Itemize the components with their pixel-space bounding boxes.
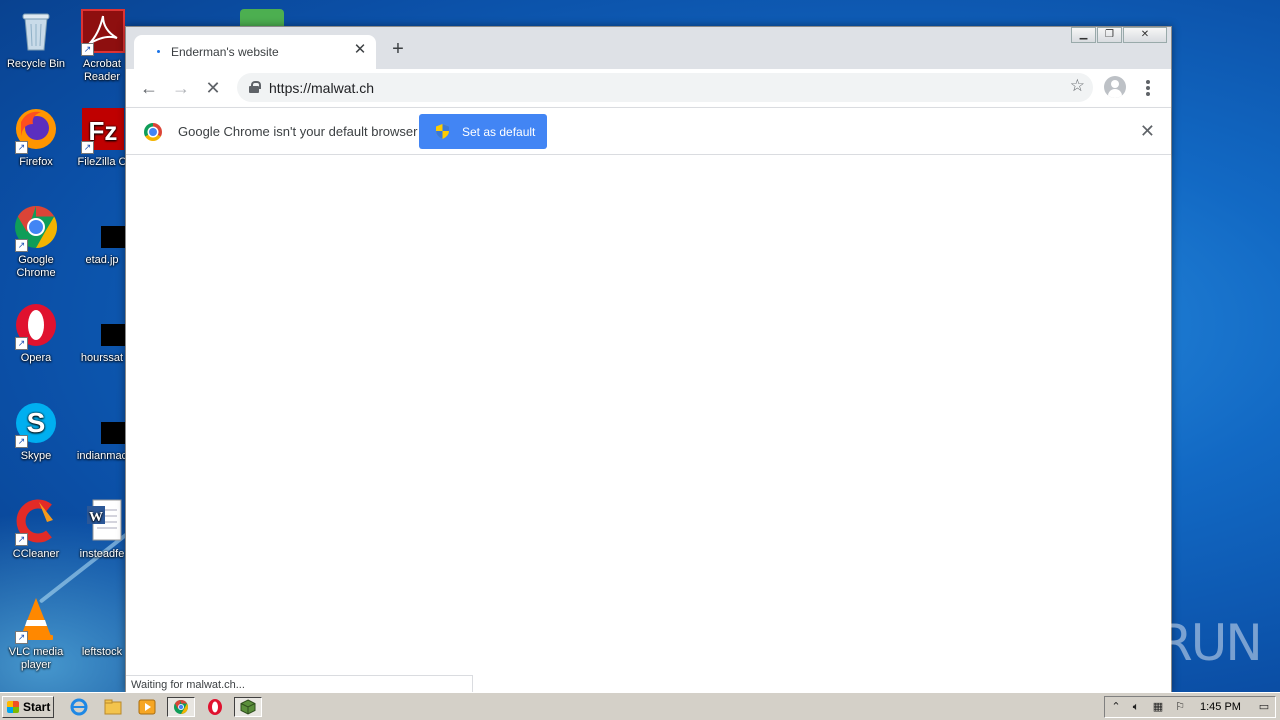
- start-button[interactable]: Start: [2, 696, 54, 718]
- filezilla-icon: Fz ↗: [79, 106, 125, 154]
- chrome-window: Enderman's website ✕ + ▁ ❐ ✕ ← → ✕ https…: [125, 26, 1172, 693]
- taskbar-chrome-icon[interactable]: [167, 697, 195, 717]
- address-bar[interactable]: https://malwat.ch ☆: [237, 73, 1093, 102]
- shortcut-arrow-icon: ↗: [15, 435, 28, 448]
- file-icon: [79, 302, 135, 348]
- chrome-icon: ↗: [13, 204, 59, 252]
- anyrun-watermark: ANY RUN: [1036, 608, 1263, 672]
- app-icon-partial[interactable]: [240, 9, 284, 27]
- taskbar-opera-icon[interactable]: [204, 697, 226, 717]
- word-document-icon: W: [79, 498, 125, 544]
- set-as-default-label: Set as default: [462, 125, 536, 139]
- tab-title: Enderman's website: [171, 45, 279, 59]
- uac-shield-icon: [436, 124, 449, 139]
- chrome-menu-button[interactable]: [1138, 75, 1158, 101]
- image-file-icon: [79, 204, 135, 250]
- desktop-icon-recycle-bin[interactable]: Recycle Bin: [0, 8, 72, 71]
- minimize-button[interactable]: ▁: [1071, 27, 1096, 43]
- desktop-icon-google-chrome[interactable]: ↗ Google Chrome: [0, 204, 72, 280]
- shortcut-arrow-icon: ↗: [15, 239, 28, 252]
- desktop-icon-label: Skype: [20, 450, 52, 462]
- svg-text:S: S: [27, 407, 46, 438]
- set-as-default-button[interactable]: Set as default: [419, 114, 547, 149]
- desktop-icon-label: Opera: [20, 352, 52, 364]
- taskbar: Start ⌃ 🔈︎ ▦ ⚐ 1:45 PM ▭: [0, 692, 1280, 720]
- show-desktop-icon[interactable]: ▭: [1257, 700, 1271, 714]
- close-tab-icon[interactable]: ✕: [352, 42, 368, 58]
- taskbar-media-player-icon[interactable]: [136, 697, 158, 717]
- ccleaner-icon: ↗: [13, 498, 59, 546]
- desktop-icon-opera[interactable]: ↗ Opera: [0, 302, 72, 365]
- close-infobar-icon[interactable]: ✕: [1140, 121, 1155, 142]
- desktop-icon-label: Firefox: [19, 156, 53, 168]
- action-center-flag-icon[interactable]: ⚐: [1173, 700, 1187, 714]
- page-content[interactable]: [126, 155, 1171, 693]
- system-tray: ⌃ 🔈︎ ▦ ⚐ 1:45 PM ▭: [1104, 696, 1276, 718]
- new-tab-button[interactable]: +: [388, 39, 408, 59]
- shortcut-arrow-icon: ↗: [81, 43, 94, 56]
- shortcut-arrow-icon: ↗: [81, 141, 94, 154]
- volume-icon[interactable]: 🔈︎: [1129, 700, 1143, 714]
- restore-button[interactable]: ❐: [1097, 27, 1122, 43]
- watermark-play-icon: [1106, 610, 1154, 670]
- loading-spinner-icon: [157, 50, 160, 53]
- skype-icon: S ↗: [13, 400, 59, 448]
- start-label: Start: [23, 700, 51, 714]
- desktop-icon-vlc[interactable]: ↗ VLC media player: [0, 596, 72, 672]
- taskbar-ie-icon[interactable]: [68, 697, 90, 717]
- close-window-button[interactable]: ✕: [1123, 27, 1167, 43]
- url-text[interactable]: https://malwat.ch: [269, 80, 374, 96]
- back-button[interactable]: ←: [136, 75, 162, 101]
- stop-loading-button[interactable]: ✕: [200, 75, 226, 101]
- bookmark-star-icon[interactable]: ☆: [1070, 76, 1085, 96]
- acrobat-icon: ↗: [79, 8, 125, 56]
- firefox-icon: ↗: [13, 106, 59, 154]
- infobar-message: Google Chrome isn't your default browser: [178, 124, 418, 139]
- taskbar-explorer-icon[interactable]: [102, 697, 124, 717]
- default-browser-infobar: Google Chrome isn't your default browser…: [126, 107, 1171, 155]
- tab-endermans-website[interactable]: Enderman's website ✕: [134, 35, 376, 69]
- desktop-icon-skype[interactable]: S ↗ Skype: [0, 400, 72, 463]
- title-bar: Enderman's website ✕ + ▁ ❐ ✕: [126, 27, 1171, 69]
- opera-icon: ↗: [13, 302, 59, 350]
- lock-icon[interactable]: [249, 81, 261, 93]
- desktop-icon-label: Recycle Bin: [6, 58, 66, 70]
- watermark-right-text: RUN: [1158, 614, 1263, 672]
- status-bubble: Waiting for malwat.ch...: [126, 675, 473, 693]
- windows-logo-icon: [7, 701, 19, 713]
- window-controls: ▁ ❐ ✕: [1070, 27, 1167, 43]
- toolbar: ← → ✕ https://malwat.ch ☆: [126, 69, 1171, 107]
- desktop-icon-label: CCleaner: [12, 548, 60, 560]
- desktop-icon-firefox[interactable]: ↗ Firefox: [0, 106, 72, 169]
- desktop-icon-label: Google Chrome: [16, 254, 56, 279]
- svg-text:W: W: [89, 510, 103, 525]
- show-hidden-icons-icon[interactable]: ⌃: [1109, 700, 1123, 714]
- file-icon: [79, 400, 135, 446]
- desktop-icon-ccleaner[interactable]: ↗ CCleaner: [0, 498, 72, 561]
- forward-button[interactable]: →: [168, 75, 194, 101]
- chrome-logo-icon: [144, 123, 162, 141]
- shortcut-arrow-icon: ↗: [15, 141, 28, 154]
- file-icon: [79, 596, 125, 642]
- shortcut-arrow-icon: ↗: [15, 533, 28, 546]
- shortcut-arrow-icon: ↗: [15, 337, 28, 350]
- taskbar-app-icon[interactable]: [234, 697, 262, 717]
- profile-avatar-icon[interactable]: [1104, 76, 1126, 98]
- shortcut-arrow-icon: ↗: [15, 631, 28, 644]
- vlc-icon: ↗: [13, 596, 59, 644]
- desktop-icon-label: VLC media player: [8, 646, 64, 671]
- network-icon[interactable]: ▦: [1151, 700, 1165, 714]
- recycle-bin-icon: [13, 8, 59, 54]
- clock[interactable]: 1:45 PM: [1200, 701, 1241, 713]
